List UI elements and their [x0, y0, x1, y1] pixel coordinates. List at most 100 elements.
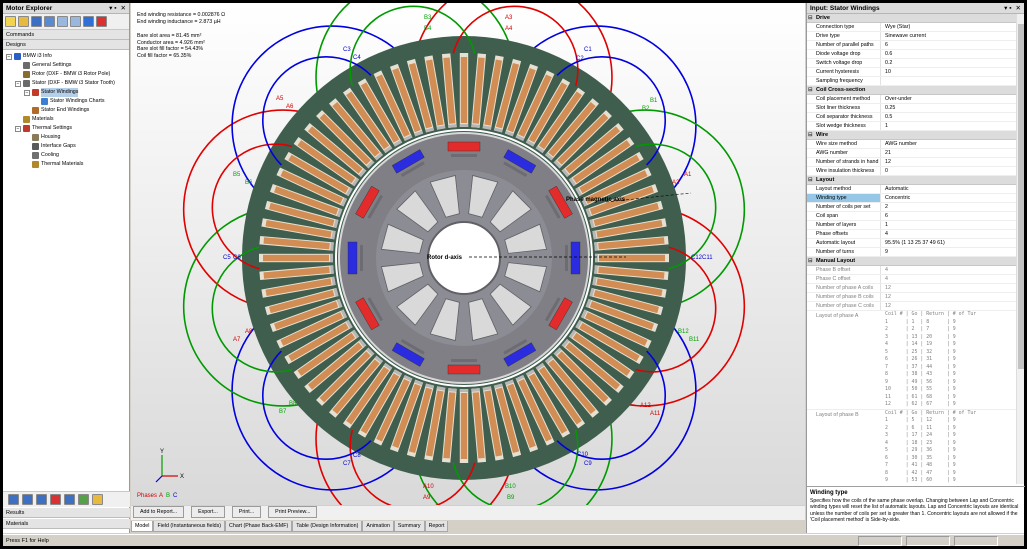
property-value[interactable]: 4 — [881, 230, 1024, 238]
property-value[interactable]: 9 — [881, 248, 1024, 256]
property-value[interactable]: 6 — [881, 41, 1024, 49]
collapse-icon[interactable]: ⊟ — [808, 131, 816, 140]
property-category[interactable]: ⊟ Coil Cross-section — [807, 86, 1024, 95]
property-row[interactable]: Number of phase A coils 12 — [807, 284, 1024, 293]
property-value[interactable]: 95.5% (1 13 25 37 49 61) — [881, 239, 1024, 247]
collapse-icon[interactable]: ⊟ — [808, 14, 816, 23]
property-value[interactable]: 1 — [881, 221, 1024, 229]
property-category[interactable]: ⊟ Drive — [807, 14, 1024, 23]
property-value[interactable]: Concentric — [881, 194, 1024, 202]
commands-section[interactable]: Commands — [3, 30, 129, 40]
tree-item[interactable]: − Thermal Settings — [6, 124, 129, 133]
property-value[interactable]: 0.5 — [881, 113, 1024, 121]
property-row[interactable]: Connection type Wye (Star) — [807, 23, 1024, 32]
property-row[interactable]: Diode voltage drop 0.6 — [807, 50, 1024, 59]
property-row[interactable]: Sampling frequency — [807, 77, 1024, 86]
view-tab[interactable]: Chart (Phase Back-EMF) — [225, 521, 293, 532]
property-row[interactable]: Layout method Automatic — [807, 185, 1024, 194]
collapse-icon[interactable]: ⊟ — [808, 257, 816, 266]
property-value[interactable]: 0.2 — [881, 59, 1024, 67]
tree-expander-icon[interactable]: − — [15, 125, 21, 132]
design-copy-icon[interactable] — [22, 494, 33, 505]
tree-expander-icon[interactable]: − — [24, 89, 30, 96]
open-folder-icon[interactable] — [18, 16, 29, 27]
tree-expander-icon[interactable]: − — [6, 53, 12, 60]
property-row[interactable]: Phase B offset 4 — [807, 266, 1024, 275]
property-row[interactable]: Drive type Sinewave current — [807, 32, 1024, 41]
property-row[interactable]: Winding type Concentric — [807, 194, 1024, 203]
property-row[interactable]: Number of parallel paths 6 — [807, 41, 1024, 50]
property-row[interactable]: Number of strands in hand 12 — [807, 158, 1024, 167]
design-compare-icon[interactable] — [36, 494, 47, 505]
results-section[interactable]: Results — [3, 508, 130, 518]
tree-item[interactable]: − Stator (DXF - BMW i3 Stator Tooth) — [6, 79, 129, 88]
print-button[interactable]: Print... — [231, 506, 262, 518]
property-value[interactable]: 12 — [881, 158, 1024, 166]
property-category[interactable]: ⊟ Manual Layout — [807, 257, 1024, 266]
property-value[interactable]: 1 — [881, 122, 1024, 130]
design-export-icon[interactable] — [64, 494, 75, 505]
property-row[interactable]: Automatic layout 95.5% (1 13 25 37 49 61) — [807, 239, 1024, 248]
property-row[interactable]: Number of coils per set 2 — [807, 203, 1024, 212]
pane-pin-icon[interactable]: ▾ ▪ — [109, 4, 116, 12]
property-row[interactable]: Number of layers 1 — [807, 221, 1024, 230]
tree-item[interactable]: − Stator Windings — [6, 88, 129, 97]
property-row[interactable]: Number of turns 9 — [807, 248, 1024, 257]
tree-item[interactable]: − BMW i3 Info — [6, 52, 129, 61]
property-row[interactable]: Coil separator thickness 0.5 — [807, 113, 1024, 122]
tree-item[interactable]: Materials — [6, 115, 129, 124]
property-row[interactable]: Wire insulation thickness 0 — [807, 167, 1024, 176]
property-value[interactable]: Wye (Star) — [881, 23, 1024, 31]
property-value[interactable]: 21 — [881, 149, 1024, 157]
property-row[interactable]: Number of phase C coils 12 — [807, 302, 1024, 311]
view-tab[interactable]: Summary — [393, 521, 425, 532]
new-file-icon[interactable] — [5, 16, 16, 27]
design-add-icon[interactable] — [8, 494, 19, 505]
save-icon[interactable] — [31, 16, 42, 27]
property-value[interactable]: 10 — [881, 68, 1024, 76]
property-value[interactable] — [881, 77, 1024, 85]
tree-item[interactable]: Cooling — [6, 151, 129, 160]
pane-close-icon[interactable]: ✕ — [121, 4, 126, 12]
materials-section[interactable]: Materials — [3, 519, 130, 529]
property-row[interactable]: AWG number 21 — [807, 149, 1024, 158]
property-category[interactable]: ⊟ Wire — [807, 131, 1024, 140]
property-row[interactable]: Current hysteresis 10 — [807, 68, 1024, 77]
tree-expander-icon[interactable]: − — [15, 80, 21, 87]
property-row[interactable]: Slot liner thickness 0.25 — [807, 104, 1024, 113]
property-value[interactable]: AWG number — [881, 140, 1024, 148]
property-row[interactable]: Number of phase B coils 12 — [807, 293, 1024, 302]
delete-icon[interactable] — [96, 16, 107, 27]
view-tab[interactable]: Animation — [362, 521, 394, 532]
save-as-icon[interactable] — [44, 16, 55, 27]
tree-item[interactable]: Thermal Materials — [6, 160, 129, 169]
property-row[interactable]: Switch voltage drop 0.2 — [807, 59, 1024, 68]
property-value[interactable]: 2 — [881, 203, 1024, 211]
scrollbar-thumb[interactable] — [1018, 24, 1024, 369]
property-category[interactable]: ⊟ Layout — [807, 176, 1024, 185]
property-value[interactable]: Automatic — [881, 185, 1024, 193]
tree-item[interactable]: Stator End Windings — [6, 106, 129, 115]
design-properties-icon[interactable] — [92, 494, 103, 505]
tree-item[interactable]: General Settings — [6, 61, 129, 70]
property-row[interactable]: Coil placement method Over-under — [807, 95, 1024, 104]
view-tab[interactable]: Report — [424, 521, 449, 532]
add-to-report-button[interactable]: Add to Report... — [133, 506, 185, 518]
motor-cross-section-viewport[interactable]: End winding resistance = 0.002876 Ω End w… — [131, 3, 805, 505]
property-value[interactable]: Over-under — [881, 95, 1024, 103]
property-value[interactable]: 6 — [881, 212, 1024, 220]
collapse-icon[interactable]: ⊟ — [808, 176, 816, 185]
collapse-icon[interactable]: ⊟ — [808, 86, 816, 95]
property-value[interactable]: 0.6 — [881, 50, 1024, 58]
design-delete-icon[interactable] — [50, 494, 61, 505]
print-preview-button[interactable]: Print Preview... — [268, 506, 318, 518]
design-import-icon[interactable] — [78, 494, 89, 505]
view-tab[interactable]: Table (Design Information) — [292, 521, 363, 532]
designs-section[interactable]: Designs — [3, 40, 129, 50]
view-tab[interactable]: Model — [131, 521, 154, 532]
tree-item[interactable]: Interface Gaps — [6, 142, 129, 151]
view-tab[interactable]: Field (Instantaneous fields) — [153, 521, 226, 532]
property-row[interactable]: Phase C offset 4 — [807, 275, 1024, 284]
input-pin-icon[interactable]: ▾ ▪ — [1004, 4, 1011, 12]
property-row[interactable]: Coil span 6 — [807, 212, 1024, 221]
